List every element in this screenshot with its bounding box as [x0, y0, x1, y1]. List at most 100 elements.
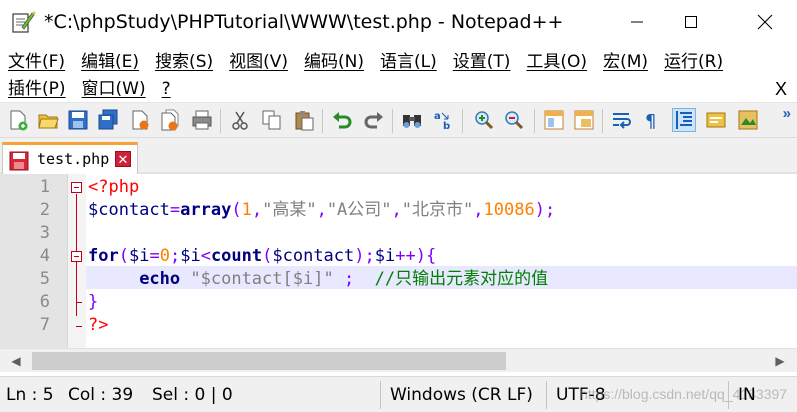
status-selection: Sel : 0 | 0	[152, 385, 233, 405]
status-eol-format[interactable]: Windows (CR LF)	[390, 385, 533, 405]
close-document-button[interactable]: X	[775, 76, 787, 102]
save-all-button[interactable]	[96, 108, 120, 132]
menu-run[interactable]: 运行(R)	[656, 49, 731, 75]
code-token: }	[88, 292, 99, 312]
close-window-button[interactable]	[736, 0, 794, 44]
udl-button[interactable]	[704, 108, 728, 132]
status-line: Ln : 5	[6, 385, 54, 405]
code-token: "高某"	[262, 200, 317, 220]
code-token: ;	[169, 246, 181, 266]
paste-button[interactable]	[292, 108, 316, 132]
zoom-out-button[interactable]	[502, 108, 526, 132]
toolbar-overflow-button[interactable]: »	[783, 105, 791, 122]
close-all-icon	[161, 109, 179, 131]
line-number: 5	[39, 269, 50, 289]
maximize-icon	[685, 16, 697, 28]
menu-edit[interactable]: 编辑(E)	[73, 49, 147, 75]
code-token: //只输出元素对应的值	[374, 269, 549, 289]
menu-plugins[interactable]: 插件(P)	[0, 76, 74, 102]
close-all-button[interactable]	[158, 108, 182, 132]
open-file-button[interactable]	[36, 108, 60, 132]
copy-button[interactable]	[260, 108, 284, 132]
code-token: (	[118, 246, 129, 266]
replace-button[interactable]: ab	[432, 108, 456, 132]
fold-end-marker	[76, 326, 82, 327]
menu-language[interactable]: 语言(L)	[372, 49, 445, 75]
menu-settings[interactable]: 设置(T)	[445, 49, 519, 75]
tab-label: test.php	[37, 150, 110, 168]
new-file-button[interactable]	[6, 108, 30, 132]
status-insert-mode[interactable]: IN	[738, 385, 756, 405]
code-token: (	[262, 246, 273, 266]
code-token: "北京市"	[401, 200, 474, 220]
undo-button[interactable]	[330, 108, 354, 132]
scrollbar-thumb[interactable]	[32, 352, 506, 370]
code-line[interactable]: echo "$contact[$i]" ; //只输出元素对应的值	[88, 268, 548, 291]
horizontal-scrollbar[interactable]: ◀ ▶	[0, 348, 797, 372]
tab-close-icon[interactable]: ✕	[115, 151, 131, 167]
code-line[interactable]: ?>	[88, 314, 108, 337]
svg-text:a: a	[434, 111, 441, 122]
sync-horizontal-button[interactable]	[572, 108, 596, 132]
print-icon	[192, 110, 212, 130]
tab-bar: test.php ✕	[0, 138, 797, 174]
replace-icon: ab	[434, 111, 450, 131]
save-button[interactable]	[66, 108, 90, 132]
minimize-button[interactable]	[608, 0, 666, 44]
code-token: );	[534, 200, 556, 220]
menu-file[interactable]: 文件(F)	[0, 49, 73, 75]
word-wrap-button[interactable]	[610, 108, 634, 132]
fold-toggle-for-block[interactable]	[71, 251, 82, 262]
code-editor[interactable]: 1 2 3 4 5 6 7 <?php $contact=array(1,"高某"…	[0, 174, 797, 348]
menu-view[interactable]: 视图(V)	[221, 49, 296, 75]
code-token: $contact	[272, 246, 355, 266]
indent-guide-button[interactable]	[672, 108, 696, 132]
show-all-chars-icon: ¶	[645, 111, 656, 131]
line-number: 3	[39, 223, 50, 243]
title-bar: *C:\phpStudy\PHPTutorial\WWW\test.php - …	[0, 0, 797, 44]
cut-button[interactable]	[228, 108, 252, 132]
zoom-in-button[interactable]	[472, 108, 496, 132]
maximize-button[interactable]	[662, 0, 720, 44]
code-token: 1	[241, 200, 252, 220]
notepadpp-app-icon	[12, 11, 36, 33]
line-number: 1	[39, 177, 50, 197]
code-token: 0	[159, 246, 170, 266]
sync-vertical-icon	[544, 110, 564, 130]
code-token: =	[169, 200, 181, 220]
close-file-button[interactable]	[128, 108, 152, 132]
redo-button[interactable]	[362, 108, 386, 132]
toolbar-separator	[602, 109, 603, 133]
fold-margin	[68, 174, 86, 348]
code-line[interactable]: $contact=array(1,"高某","A公司","北京市",10086)…	[88, 199, 555, 222]
code-line[interactable]: for($i=0;$i<count($contact);$i++){	[88, 245, 436, 268]
zoom-out-icon	[505, 111, 524, 130]
find-button[interactable]	[400, 108, 424, 132]
code-token: );	[354, 246, 375, 266]
svg-text:¶: ¶	[645, 111, 656, 131]
menu-help[interactable]: ?	[154, 76, 179, 102]
status-column: Col : 39	[68, 385, 134, 405]
sync-vertical-button[interactable]	[542, 108, 566, 132]
menu-bar: 文件(F) 编辑(E) 搜索(S) 视图(V) 编码(N) 语言(L) 设置(T…	[0, 46, 797, 102]
menu-tools[interactable]: 工具(O)	[518, 49, 595, 75]
tab-test-php[interactable]: test.php ✕	[2, 142, 138, 174]
show-all-chars-button[interactable]: ¶	[640, 108, 664, 132]
code-line[interactable]: }	[88, 291, 98, 314]
menu-encoding[interactable]: 编码(N)	[296, 49, 372, 75]
menu-search[interactable]: 搜索(S)	[147, 49, 221, 75]
print-button[interactable]	[190, 108, 214, 132]
scroll-left-arrow-icon[interactable]: ◀	[4, 349, 28, 373]
fold-toggle-php-block[interactable]	[71, 182, 82, 193]
code-token: ,	[473, 200, 484, 220]
word-wrap-icon	[613, 113, 631, 129]
menu-macro[interactable]: 宏(M)	[595, 49, 656, 75]
menu-window[interactable]: 窗口(W)	[74, 76, 154, 102]
scroll-right-arrow-icon[interactable]: ▶	[768, 349, 792, 373]
status-bar: Ln : 5 Col : 39 Sel : 0 | 0 Windows (CR …	[0, 376, 797, 412]
doc-map-button[interactable]	[736, 108, 760, 132]
code-line[interactable]: <?php	[88, 176, 139, 199]
